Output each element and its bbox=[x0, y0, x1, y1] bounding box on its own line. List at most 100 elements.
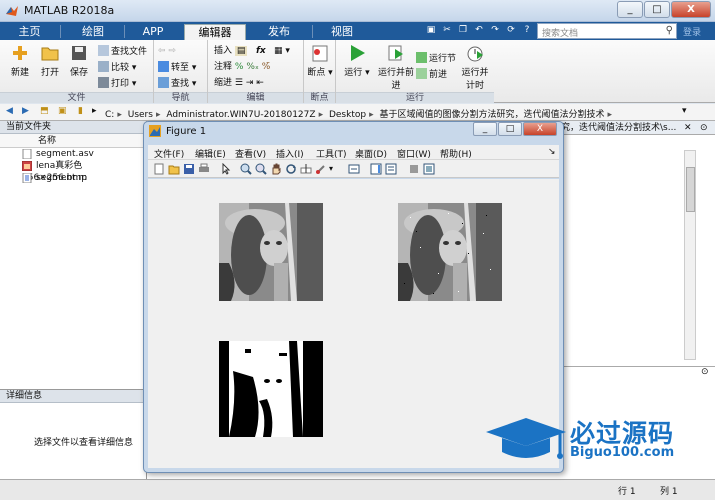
figure-toolbar: ▾ bbox=[148, 159, 559, 178]
address-dropdown-icon[interactable]: ▾ bbox=[682, 106, 687, 116]
image-file-icon bbox=[22, 161, 32, 171]
print-figure-icon[interactable] bbox=[198, 163, 210, 175]
link-plot-icon[interactable] bbox=[348, 163, 360, 175]
insert-button[interactable]: 插入 ▤ bbox=[214, 45, 248, 58]
details-panel: 详细信息 选择文件以查看详细信息 bbox=[0, 389, 147, 479]
name-column-header[interactable]: 名称 bbox=[0, 134, 146, 148]
data-cursor-icon[interactable] bbox=[300, 163, 312, 175]
row-value: 1 bbox=[629, 487, 636, 497]
back-icon[interactable]: ◀ bbox=[6, 106, 13, 116]
pan-icon[interactable] bbox=[270, 163, 282, 175]
watermark: 必过源码 Biguo100.com bbox=[480, 408, 710, 470]
navigate-group: ⇦ ⇨ 转至 ▾ 查找 ▾ 导航 bbox=[154, 40, 208, 103]
insert-dropdown-icon[interactable]: ▦ ▾ bbox=[274, 45, 290, 58]
zoom-out-icon[interactable] bbox=[255, 163, 267, 175]
editor-tab-label: 究，迭代阈值法分割技术\s... bbox=[561, 123, 677, 133]
copy-quick-icon[interactable]: ❐ bbox=[456, 23, 470, 38]
help-quick-icon[interactable]: ? bbox=[520, 23, 534, 38]
breakpoints-button[interactable]: 断点 ▾ bbox=[305, 43, 335, 78]
edit-plot-icon[interactable] bbox=[220, 163, 232, 175]
menu-dock-icon[interactable]: ↘ bbox=[548, 147, 556, 157]
breadcrumb-user[interactable]: Administrator.WIN7U-20180127Z bbox=[166, 110, 315, 120]
file-item[interactable]: lena真彩色256×256.bmp bbox=[0, 160, 146, 183]
save-quick-icon[interactable]: ▣ bbox=[424, 23, 438, 38]
run-advance-button[interactable]: 运行并前进 bbox=[378, 43, 414, 91]
tab-apps[interactable]: APP bbox=[126, 24, 180, 40]
print-label: 打印 bbox=[111, 79, 130, 89]
rotate-3d-icon[interactable] bbox=[285, 163, 297, 175]
print-icon bbox=[98, 77, 109, 88]
tab-publish[interactable]: 发布 bbox=[250, 24, 308, 40]
save-button[interactable]: 保存 bbox=[64, 43, 94, 78]
file-item[interactable]: segment.asv bbox=[0, 148, 146, 160]
browse-folder-icon[interactable]: ▣ bbox=[58, 106, 67, 116]
goto-button[interactable]: 转至 ▾ bbox=[158, 61, 196, 74]
advance-button[interactable]: 前进 bbox=[416, 68, 447, 81]
file-group: 新建 打开 保存 查找文件 比较 ▾ 打印 ▾ 文件 bbox=[0, 40, 154, 103]
edit-group: 插入 ▤ fx ▦ ▾ 注释 % %ₓ %̃ 缩进 ☰ ⇥ ⇤ 编辑 bbox=[208, 40, 304, 103]
tab-editor[interactable]: 编辑器 bbox=[184, 24, 246, 40]
new-figure-icon[interactable] bbox=[153, 163, 165, 175]
close-editor-tab-icon[interactable]: ✕ bbox=[684, 123, 692, 133]
find-files-label: 查找文件 bbox=[111, 47, 148, 57]
breadcrumb-project[interactable]: 基于区域阈值的图像分割方法研究，迭代阈值法分割技术 bbox=[380, 110, 605, 120]
editor-scrollbar[interactable] bbox=[684, 150, 696, 360]
nav-back-forward[interactable]: ⇦ ⇨ bbox=[158, 45, 176, 58]
breadcrumb-drive[interactable]: C: bbox=[105, 110, 114, 120]
figure-title-bar[interactable]: Figure 1 _ □ X bbox=[144, 122, 563, 141]
figure-minimize-button[interactable]: _ bbox=[473, 122, 497, 136]
find-files-button[interactable]: 查找文件 bbox=[98, 45, 147, 58]
fx-button[interactable]: fx bbox=[256, 45, 266, 58]
comment-button[interactable]: 注释 % %ₓ %̃ bbox=[214, 61, 270, 74]
window-controls: _ □ X bbox=[616, 1, 711, 18]
noisy-grayscale-image bbox=[398, 203, 502, 301]
run-group-label: 运行 bbox=[336, 92, 494, 103]
figure-maximize-button[interactable]: □ bbox=[498, 122, 522, 136]
figure-close-button[interactable]: X bbox=[523, 122, 557, 136]
cut-quick-icon[interactable]: ✂ bbox=[440, 23, 454, 38]
refresh-quick-icon[interactable]: ⟳ bbox=[504, 23, 518, 38]
minimize-button[interactable]: _ bbox=[617, 1, 643, 18]
insert-colorbar-icon[interactable] bbox=[370, 163, 382, 175]
indent-button[interactable]: 缩进 ☰ ⇥ ⇤ bbox=[214, 77, 264, 90]
find-button[interactable]: 查找 ▾ bbox=[158, 77, 196, 90]
tab-plots[interactable]: 绘图 bbox=[64, 24, 122, 40]
file-item[interactable]: segment.m bbox=[0, 172, 146, 184]
advance-label: 前进 bbox=[429, 70, 448, 80]
up-folder-icon[interactable]: ⬒ bbox=[40, 106, 49, 116]
forward-icon[interactable]: ▶ bbox=[22, 106, 29, 116]
insert-legend-icon[interactable] bbox=[385, 163, 397, 175]
edit-group-label: 编辑 bbox=[208, 92, 303, 103]
breadcrumb-desktop[interactable]: Desktop bbox=[329, 110, 366, 120]
zoom-in-icon[interactable] bbox=[240, 163, 252, 175]
brush-dropdown-icon[interactable]: ▾ bbox=[329, 164, 341, 176]
goto-icon bbox=[158, 61, 169, 72]
compare-button[interactable]: 比较 ▾ bbox=[98, 61, 136, 74]
show-plot-tools-icon[interactable] bbox=[423, 163, 435, 175]
open-file-icon[interactable] bbox=[168, 163, 180, 175]
hide-plot-tools-icon[interactable] bbox=[408, 163, 420, 175]
search-documentation-input[interactable]: 搜索文档 ⚲ bbox=[537, 23, 677, 39]
editor-scrollbar-thumb[interactable] bbox=[686, 167, 695, 212]
command-window-menu-icon[interactable]: ⊙ bbox=[701, 367, 709, 377]
indent-icon: ⇥ bbox=[245, 78, 254, 88]
search-icon[interactable]: ⚲ bbox=[666, 25, 673, 36]
new-label: 新建 bbox=[10, 68, 29, 78]
maximize-button[interactable]: □ bbox=[644, 1, 670, 18]
run-button[interactable]: 运行 ▾ bbox=[342, 43, 372, 78]
signin-link[interactable]: 登录 bbox=[683, 25, 701, 38]
redo-quick-icon[interactable]: ↷ bbox=[488, 23, 502, 38]
close-button[interactable]: X bbox=[671, 1, 711, 18]
new-button[interactable]: 新建 bbox=[5, 43, 35, 78]
brush-icon[interactable] bbox=[315, 163, 327, 175]
tab-view[interactable]: 视图 bbox=[314, 24, 370, 40]
tab-home[interactable]: 主页 bbox=[2, 24, 57, 40]
print-button[interactable]: 打印 ▾ bbox=[98, 77, 136, 90]
run-time-button[interactable]: 运行并计时 bbox=[458, 43, 492, 91]
save-figure-icon[interactable] bbox=[183, 163, 195, 175]
undo-quick-icon[interactable]: ↶ bbox=[472, 23, 486, 38]
editor-tab-menu-icon[interactable]: ⊙ bbox=[700, 123, 708, 133]
open-button[interactable]: 打开 bbox=[35, 43, 65, 78]
breadcrumb-users[interactable]: Users bbox=[128, 110, 153, 120]
run-section-button[interactable]: 运行节 bbox=[416, 52, 456, 65]
